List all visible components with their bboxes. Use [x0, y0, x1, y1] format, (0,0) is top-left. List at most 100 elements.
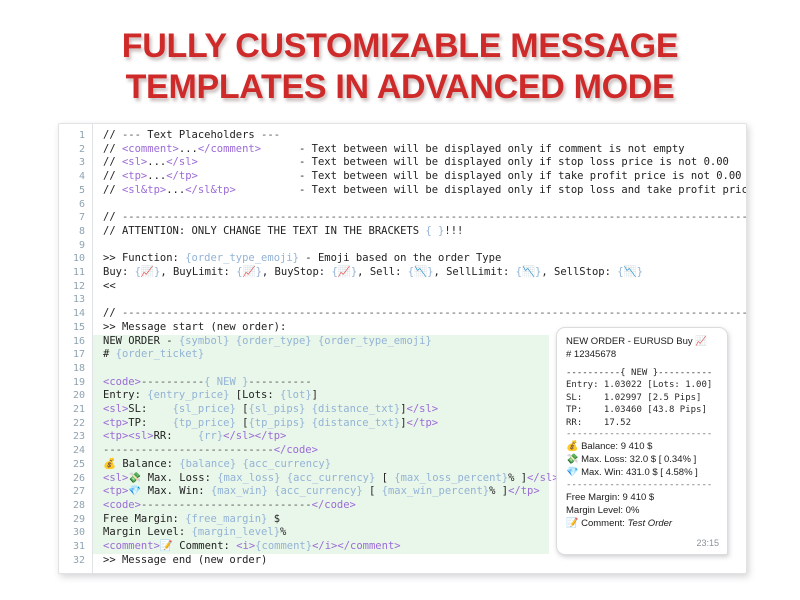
- preview-comment-value: Test Order: [627, 518, 673, 530]
- preview-max-win-text: Max. Win: 431.0 $ [ 4.58% ]: [581, 467, 698, 479]
- code-line-text: // <sl>...</sl> - Text between will be d…: [103, 156, 729, 169]
- code-line[interactable]: 7 // ------------------------------------…: [59, 211, 746, 225]
- memo-icon: 📝: [566, 518, 579, 530]
- preview-divider-top: ----------{ NEW }----------: [566, 368, 713, 378]
- code-line-text: <code>---------------------------</code>: [103, 498, 356, 511]
- message-preview-card: NEW ORDER - EURUSD Buy 📈 # 12345678 ----…: [556, 327, 728, 555]
- code-line-text: ---------------------------</code>: [103, 444, 318, 457]
- line-number: 9: [78, 239, 85, 251]
- line-number: 1: [78, 130, 85, 141]
- code-line-text: // -------------------------------------…: [103, 307, 747, 320]
- code-line[interactable]: 5 // <sl&tp>...</sl&tp> - Text between wi…: [59, 184, 746, 198]
- code-line[interactable]: 6: [59, 198, 746, 212]
- preview-ticket: # 12345678: [566, 349, 617, 360]
- code-line[interactable]: 13: [59, 293, 746, 307]
- line-number: 28: [72, 499, 85, 511]
- code-line-text: <tp><sl>RR: {rr}</sl></tp>: [103, 430, 287, 443]
- code-line-text: Buy: {📈}, BuyLimit: {📈}, BuyStop: {📈}, S…: [103, 266, 643, 278]
- line-number: 23: [72, 431, 85, 443]
- preview-divider-mid: ---------------------------: [566, 429, 713, 440]
- page-title-line-2: TEMPLATES IN ADVANCED MODE: [125, 68, 675, 106]
- preview-sl-row: SL: 1.02997 [2.5 Pips]: [566, 392, 702, 403]
- preview-comment-row: 📝 Comment: Test Order: [566, 517, 718, 530]
- line-number: 18: [72, 362, 85, 374]
- preview-divider-bottom: ---------------------------: [566, 479, 713, 490]
- preview-margin-level: Margin Level: 0%: [566, 504, 640, 516]
- line-number: 14: [72, 308, 85, 320]
- line-number: 32: [72, 554, 85, 566]
- line-number: 2: [78, 143, 85, 155]
- code-line-text: >> Message end (new order): [103, 553, 268, 566]
- code-line-text: <sl>SL: {sl_price} [{sl_pips} {distance_…: [103, 403, 439, 415]
- code-line-text: Free Margin: {free_margin} $: [103, 512, 281, 525]
- preview-max-win-row: 💎 Max. Win: 431.0 $ [ 4.58% ]: [566, 466, 718, 479]
- code-line-text: # {order_ticket}: [103, 348, 205, 361]
- code-line-text: // <sl&tp>...</sl&tp> - Text between wil…: [103, 183, 746, 196]
- preview-entry-row: Entry: 1.03022 [Lots: 1.00]: [566, 380, 713, 391]
- line-number: 24: [72, 445, 85, 457]
- code-line[interactable]: 4 // <tp>...</tp> - Text between will be …: [59, 170, 746, 184]
- line-number: 4: [78, 171, 85, 183]
- line-number: 16: [72, 335, 85, 347]
- code-line-text: <tp>TP: {tp_price} [{tp_pips} {distance_…: [103, 416, 439, 429]
- code-line-text: Entry: {entry_price} [Lots: {lot}]: [103, 389, 318, 402]
- line-number: 26: [72, 472, 85, 484]
- code-line-text: >> Function: {order_type_emoji} - Emoji …: [103, 252, 502, 265]
- preview-free-margin: Free Margin: 9 410 $: [566, 491, 655, 503]
- code-line[interactable]: 9: [59, 239, 746, 253]
- line-number: 11: [72, 267, 85, 278]
- preview-header: NEW ORDER - EURUSD Buy 📈: [566, 335, 718, 348]
- code-line-text: Margin Level: {margin_level}%: [103, 526, 287, 539]
- line-number: 25: [72, 458, 85, 470]
- preview-rr-row: RR: 17.52: [566, 417, 632, 428]
- page-title: FULLY CUSTOMIZABLE MESSAGE TEMPLATES IN …: [0, 26, 800, 108]
- code-line[interactable]: 10 >> Function: {order_type_emoji} - Emoj…: [59, 252, 746, 266]
- line-number: 30: [72, 527, 85, 539]
- code-line[interactable]: 2 // <comment>...</comment> - Text betwee…: [59, 143, 746, 157]
- code-line[interactable]: 1 // --- Text Placeholders ---: [59, 129, 746, 143]
- chart-increasing-icon: 📈: [695, 336, 708, 347]
- code-line-text: <comment>📝 Comment: <i>{comment}</i></co…: [103, 540, 401, 552]
- line-number: 17: [72, 349, 85, 361]
- line-number: 31: [72, 541, 85, 552]
- line-number: 19: [72, 376, 85, 388]
- code-line[interactable]: 14 // -----------------------------------…: [59, 307, 746, 321]
- code-line-text: <sl>💸 Max. Loss: {max_loss} {acc_currenc…: [103, 471, 559, 484]
- line-number: 15: [72, 321, 85, 333]
- money-bag-icon: 💰: [566, 441, 579, 453]
- line-number: 10: [72, 253, 85, 265]
- line-number: 8: [78, 225, 85, 237]
- preview-comment-label: Comment:: [581, 518, 625, 530]
- code-line[interactable]: 11 Buy: {📈}, BuyLimit: {📈}, BuyStop: {📈},…: [59, 266, 746, 280]
- code-line[interactable]: 32 >> Message end (new order): [59, 554, 746, 568]
- preview-balance-row: 💰 Balance: 9 410 $: [566, 440, 718, 453]
- preview-header-title: NEW ORDER - EURUSD Buy: [566, 336, 693, 347]
- code-line-text: // -------------------------------------…: [103, 211, 747, 224]
- code-line-text: <tp>💎 Max. Win: {max_win} {acc_currency}…: [103, 485, 540, 498]
- preview-max-loss-text: Max. Loss: 32.0 $ [ 0.34% ]: [581, 454, 697, 466]
- line-number: 22: [72, 417, 85, 429]
- code-line-text: 💰 Balance: {balance} {acc_currency}: [103, 457, 332, 470]
- code-line-text: >> Message start (new order):: [103, 320, 287, 333]
- code-line[interactable]: 8 // ATTENTION: ONLY CHANGE THE TEXT IN T…: [59, 225, 746, 239]
- page-title-line-1: FULLY CUSTOMIZABLE MESSAGE: [121, 27, 679, 65]
- preview-tp-row: TP: 1.03460 [43.8 Pips]: [566, 405, 707, 416]
- code-line-text: // --- Text Placeholders ---: [103, 129, 281, 141]
- line-number: 5: [78, 184, 85, 196]
- code-line-text: // ATTENTION: ONLY CHANGE THE TEXT IN TH…: [103, 224, 464, 237]
- code-line-text: // <tp>...</tp> - Text between will be d…: [103, 170, 742, 183]
- code-line-text: <code>----------{ NEW }----------: [103, 375, 312, 388]
- gem-icon: 💎: [566, 467, 579, 479]
- line-number: 29: [72, 513, 85, 525]
- preview-timestamp: 23:15: [696, 538, 719, 548]
- money-with-wings-icon: 💸: [566, 454, 579, 466]
- code-line-text: // <comment>...</comment> - Text between…: [103, 142, 685, 155]
- line-number: 12: [72, 280, 85, 292]
- code-line[interactable]: 3 // <sl>...</sl> - Text between will be …: [59, 156, 746, 170]
- code-line[interactable]: 12 <<: [59, 280, 746, 294]
- line-number: 13: [72, 294, 85, 306]
- preview-max-loss-row: 💸 Max. Loss: 32.0 $ [ 0.34% ]: [566, 453, 718, 466]
- line-number: 6: [78, 198, 85, 210]
- line-number: 20: [72, 390, 85, 402]
- code-line-text: <<: [103, 279, 116, 292]
